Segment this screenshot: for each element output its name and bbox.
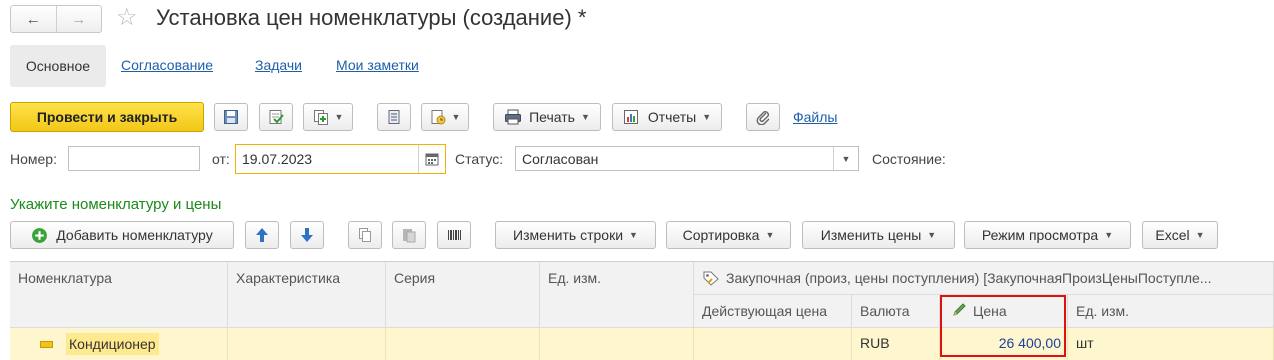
- change-rows-label: Изменить строки: [513, 227, 624, 243]
- paste-icon: [403, 229, 416, 243]
- date-value: 19.07.2023: [242, 151, 313, 167]
- cell-unit[interactable]: [540, 328, 694, 360]
- back-arrow-icon[interactable]: ←: [11, 6, 56, 32]
- excel-label: Excel: [1155, 227, 1190, 243]
- barcode-icon: [448, 230, 461, 240]
- tab-approval[interactable]: Согласование: [121, 57, 213, 73]
- chevron-down-icon: ▼: [927, 230, 937, 240]
- save-button[interactable]: [214, 103, 248, 131]
- table-row[interactable]: Кондиционер: [10, 328, 228, 360]
- header-price-type[interactable]: Закупочная (произ, цены поступления) [За…: [694, 262, 1274, 295]
- move-up-button[interactable]: [245, 221, 279, 249]
- print-button[interactable]: Печать ▼: [493, 103, 601, 131]
- section-heading: Укажите номенклатуру и цены: [10, 196, 222, 213]
- state-label: Состояние:: [872, 151, 946, 167]
- view-mode-label: Режим просмотра: [981, 227, 1099, 243]
- chevron-down-icon: ▼: [334, 112, 344, 122]
- create-based-on-button[interactable]: ▼: [303, 103, 353, 131]
- reports-icon: [623, 110, 638, 124]
- document-structure-button[interactable]: [377, 103, 411, 131]
- sort-button[interactable]: Сортировка ▼: [666, 221, 791, 249]
- header-series[interactable]: Серия: [386, 262, 540, 328]
- cell-price[interactable]: 26 400,00: [940, 328, 1068, 360]
- navigation-buttons: ← →: [10, 5, 102, 33]
- history-button[interactable]: ▼: [421, 103, 469, 131]
- date-field[interactable]: 19.07.2023: [235, 144, 446, 174]
- calendar-icon[interactable]: [419, 151, 445, 167]
- document-history-icon: [431, 110, 446, 125]
- reports-button[interactable]: Отчеты ▼: [612, 103, 722, 131]
- reports-label: Отчеты: [647, 109, 697, 125]
- add-nomenclature-button[interactable]: Добавить номенклатуру: [10, 221, 234, 249]
- chevron-down-icon: ▼: [580, 112, 590, 122]
- chevron-down-icon: ▼: [702, 112, 712, 122]
- cell-series[interactable]: [386, 328, 540, 360]
- status-select[interactable]: Согласован ▼: [515, 146, 859, 171]
- copy-icon: [359, 228, 371, 242]
- printer-icon: [505, 109, 522, 125]
- post-and-close-button[interactable]: Провести и закрыть: [10, 102, 204, 132]
- chevron-down-icon: ▼: [1104, 230, 1114, 240]
- header-price[interactable]: Цена: [940, 295, 1068, 328]
- change-prices-button[interactable]: Изменить цены ▼: [802, 221, 955, 249]
- plus-circle-icon: [32, 227, 48, 243]
- add-nomenclature-label: Добавить номенклатуру: [56, 227, 213, 243]
- price-tag-icon: [703, 271, 719, 286]
- cell-currency[interactable]: RUB: [852, 328, 940, 360]
- favorite-star-icon[interactable]: ☆: [116, 4, 138, 32]
- arrow-up-icon: [256, 228, 268, 242]
- chevron-down-icon: ▼: [765, 230, 775, 240]
- sort-label: Сортировка: [682, 227, 760, 243]
- cell-current-price[interactable]: [694, 328, 852, 360]
- status-value: Согласован: [522, 150, 599, 167]
- print-label: Печать: [529, 109, 575, 125]
- chevron-down-icon: ▼: [629, 230, 638, 240]
- chevron-down-icon: ▼: [451, 112, 461, 122]
- price-label: Цена: [973, 303, 1007, 319]
- header-current-price[interactable]: Действующая цена: [694, 295, 852, 328]
- change-prices-label: Изменить цены: [820, 227, 922, 243]
- tab-main[interactable]: Основное: [10, 45, 106, 87]
- barcode-scan-button[interactable]: [437, 221, 471, 249]
- header-price-unit[interactable]: Ед. изм.: [1068, 295, 1274, 328]
- header-currency[interactable]: Валюта: [852, 295, 940, 328]
- paste-button[interactable]: [392, 221, 426, 249]
- excel-button[interactable]: Excel ▼: [1142, 221, 1218, 249]
- group-marker-icon: [40, 340, 53, 348]
- price-type-label: Закупочная (произ, цены поступления) [За…: [726, 270, 1212, 286]
- save-icon: [224, 110, 238, 124]
- date-label: от:: [212, 151, 230, 167]
- tab-my-notes[interactable]: Мои заметки: [336, 57, 419, 73]
- chevron-down-icon: ▼: [1195, 230, 1205, 240]
- forward-arrow-icon[interactable]: →: [55, 6, 102, 32]
- tab-tasks[interactable]: Задачи: [255, 57, 302, 73]
- header-unit[interactable]: Ед. изм.: [540, 262, 694, 328]
- post-button[interactable]: [259, 103, 293, 131]
- attachments-button[interactable]: [746, 103, 780, 131]
- files-link[interactable]: Файлы: [793, 109, 837, 125]
- arrow-down-icon: [301, 228, 313, 242]
- cell-nomenclature: Кондиционер: [66, 333, 159, 355]
- change-rows-button[interactable]: Изменить строки ▼: [495, 221, 656, 249]
- move-down-button[interactable]: [290, 221, 324, 249]
- post-document-icon: [269, 110, 284, 124]
- copy-button[interactable]: [348, 221, 382, 249]
- status-label: Статус:: [455, 151, 504, 167]
- view-mode-button[interactable]: Режим просмотра ▼: [964, 221, 1131, 249]
- list-icon: [388, 110, 400, 124]
- create-based-on-icon: [313, 110, 328, 125]
- header-characteristic[interactable]: Характеристика: [228, 262, 386, 328]
- header-nomenclature[interactable]: Номенклатура: [10, 262, 228, 328]
- number-field[interactable]: [68, 146, 200, 171]
- paperclip-icon: [756, 111, 770, 125]
- number-label: Номер:: [10, 151, 57, 167]
- nomenclature-table: Номенклатура Характеристика Серия Ед. из…: [10, 261, 1274, 360]
- pencil-icon: [953, 303, 966, 316]
- cell-price-unit[interactable]: шт: [1068, 328, 1274, 360]
- cell-characteristic[interactable]: [228, 328, 386, 360]
- chevron-down-icon[interactable]: ▼: [834, 154, 858, 164]
- window-title: Установка цен номенклатуры (создание) *: [156, 5, 587, 30]
